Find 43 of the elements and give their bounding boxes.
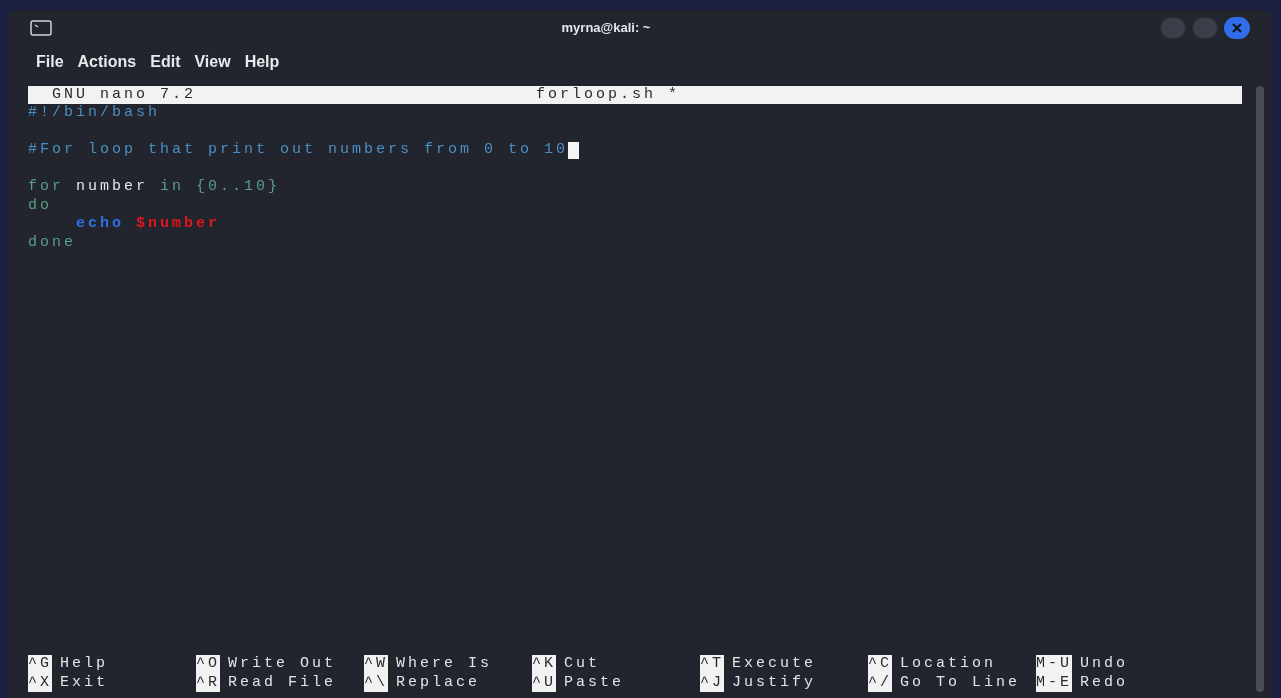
shortcut-key: ^C — [868, 655, 892, 674]
window-title: myrna@kali: ~ — [561, 19, 651, 38]
menu-item[interactable]: File — [30, 50, 70, 74]
code-line: for number in {0..10} — [28, 178, 281, 197]
code-line: #For loop that print out numbers from 0 to 10 — [28, 141, 569, 160]
maximize-button[interactable] — [1192, 17, 1218, 39]
scrollbar[interactable] — [1256, 86, 1264, 692]
minimize-button[interactable] — [1160, 17, 1186, 39]
text-cursor — [568, 141, 580, 159]
shortcut-label: Exit — [60, 673, 109, 692]
shortcut-label: Paste — [564, 673, 625, 692]
shortcut-label: Execute — [732, 655, 817, 674]
shortcut-label: Write Out — [228, 655, 337, 674]
nano-version: GNU nano 7.2 — [51, 85, 197, 105]
menu-item[interactable]: Help — [238, 50, 286, 74]
shortcut-label: Where Is — [396, 655, 493, 674]
shortcut-key: ^T — [700, 655, 724, 674]
code-line: do — [28, 196, 52, 215]
menu-item[interactable]: View — [188, 50, 237, 74]
shortcut-key: ^K — [532, 655, 556, 674]
terminal-icon — [30, 20, 52, 36]
menu-item[interactable]: Edit — [144, 50, 187, 74]
close-icon — [1232, 23, 1242, 33]
shortcut-label: Location — [900, 655, 997, 674]
code-line: done — [28, 233, 76, 252]
shortcut-label: Redo — [1080, 673, 1129, 692]
shortcut-label: Read File — [228, 673, 337, 692]
shortcut-key: ^G — [28, 655, 52, 674]
shortcut-label: Undo — [1080, 655, 1129, 674]
shortcut-label: Replace — [396, 673, 481, 692]
code-line: #!/bin/bash — [28, 104, 161, 123]
shortcut-key: ^W — [364, 655, 388, 674]
shortcut-label: Help — [60, 655, 109, 674]
code-line: echo $number — [75, 215, 221, 234]
shortcut-label: Go To Line — [900, 673, 1021, 692]
file-name: forloop.sh * — [536, 85, 681, 105]
close-button[interactable] — [1224, 17, 1250, 39]
shortcut-label: Cut — [564, 655, 601, 674]
menu-item[interactable]: Actions — [71, 50, 143, 74]
editor-area[interactable]: #!/bin/bash #For loop that print out numbers from 0 to 10 for number in {0..10} do echo $number done — [28, 104, 1242, 655]
shortcut-key: M-U — [1036, 655, 1072, 674]
shortcut-label: Justify — [732, 673, 817, 692]
shortcut-key: ^O — [196, 655, 220, 674]
